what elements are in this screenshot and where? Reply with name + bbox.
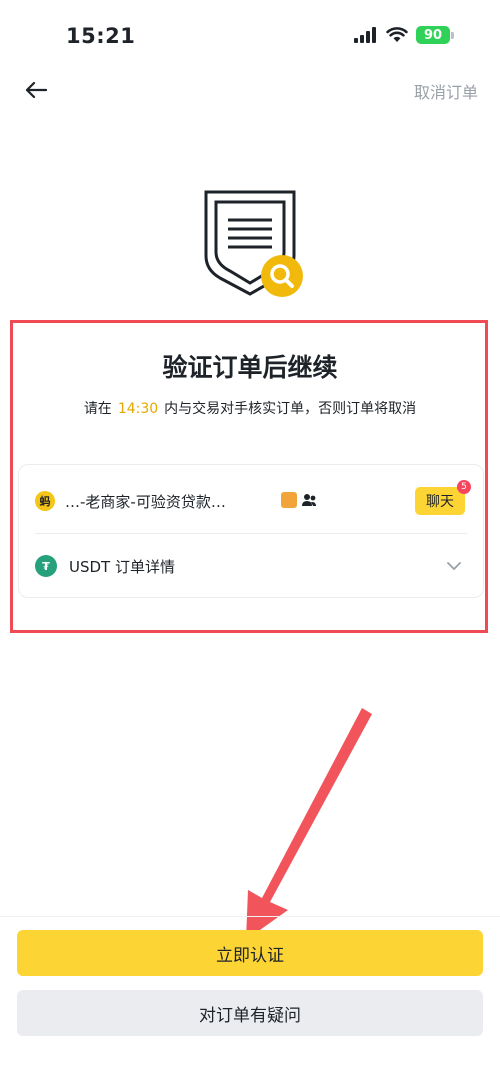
shield-document-search-icon bbox=[204, 190, 303, 297]
page-title: 验证订单后继续 bbox=[162, 353, 338, 382]
status-time: 15:21 bbox=[66, 24, 136, 48]
countdown-timer: 14:30 bbox=[117, 401, 159, 417]
nav-bar: 取消订单 bbox=[0, 70, 500, 110]
chevron-down-icon bbox=[447, 562, 461, 570]
usdt-order-details-row[interactable]: ₮ USDT 订单详情 bbox=[19, 533, 483, 599]
merchant-name: …-老商家-可验资贷款… bbox=[65, 493, 226, 511]
usdt-order-details-label: USDT 订单详情 bbox=[69, 558, 175, 576]
subtitle-prefix: 请在 bbox=[83, 401, 112, 417]
merchant-row: 蚂 …-老商家-可验资贷款… 聊天 5 bbox=[19, 465, 483, 533]
wifi-icon bbox=[386, 27, 408, 42]
subtitle-suffix: 内与交易对手核实订单，否则订单将取消 bbox=[164, 401, 417, 417]
cellular-signal-icon bbox=[354, 27, 376, 43]
order-question-button[interactable]: 对订单有疑问 bbox=[17, 990, 483, 1036]
order-card: 蚂 …-老商家-可验资贷款… 聊天 5 ₮ USDT 订单详情 bbox=[18, 464, 484, 598]
back-button[interactable] bbox=[22, 76, 50, 104]
users-icon bbox=[302, 494, 316, 506]
merchant-badges bbox=[281, 492, 317, 508]
verify-now-button[interactable]: 立即认证 bbox=[17, 930, 483, 976]
chat-unread-badge: 5 bbox=[457, 480, 471, 494]
verified-merchant-icon bbox=[281, 492, 297, 508]
status-bar: 15:21 90 bbox=[0, 0, 500, 70]
arrow-left-icon bbox=[25, 81, 47, 99]
cancel-order-link[interactable]: 取消订单 bbox=[414, 79, 478, 103]
chat-button[interactable]: 聊天 5 bbox=[415, 480, 471, 515]
status-icons: 90 bbox=[354, 26, 454, 44]
page-subtitle: 请在 14:30 内与交易对手核实订单，否则订单将取消 bbox=[0, 398, 500, 418]
usdt-icon: ₮ bbox=[35, 555, 57, 577]
battery-tip bbox=[451, 31, 454, 39]
merchant-avatar: 蚂 bbox=[35, 491, 55, 511]
bottom-divider bbox=[0, 916, 500, 917]
chat-label: 聊天 bbox=[426, 494, 454, 510]
battery-level: 90 bbox=[416, 26, 450, 44]
battery-indicator: 90 bbox=[416, 26, 454, 44]
